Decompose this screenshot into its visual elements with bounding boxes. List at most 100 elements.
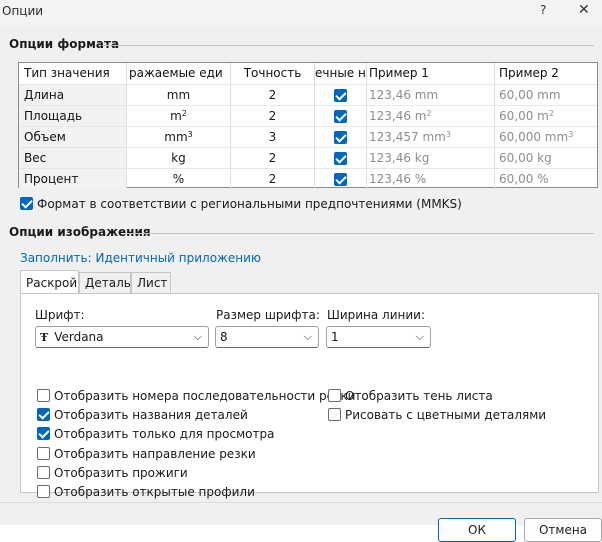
font-dropdown[interactable]: Ŧ Verdana ⌵	[35, 326, 209, 348]
line-width-label: Ширина линии:	[327, 308, 426, 322]
title-bar: Опции ? ✕	[0, 0, 602, 26]
format-grid[interactable]: Тип значения ражаемые еди Точность ечные…	[18, 62, 598, 189]
regional-format-checkbox[interactable]	[20, 197, 33, 210]
row-example-2: 60,00 mm	[495, 84, 597, 105]
example-1-text: 123,457 mm	[369, 130, 446, 144]
trailing-zeros-checkbox[interactable]	[334, 152, 347, 165]
dialog-body: Опции формата Тип значения ражаемые еди …	[0, 26, 602, 502]
help-button[interactable]: ?	[540, 3, 546, 17]
fill-link[interactable]: Заполнить: Идентичный приложению	[20, 251, 261, 265]
ok-button[interactable]: ОК	[438, 518, 516, 542]
col-header-trailing[interactable]: ечные н	[315, 63, 367, 84]
tab-cutting[interactable]: Раскрой	[20, 270, 79, 294]
row-example-1: 123,46 mm	[367, 84, 495, 105]
unit-text: m	[170, 109, 182, 123]
grid-header: Тип значения ражаемые еди Точность ечные…	[19, 63, 597, 84]
row-example-1: 123,46 %	[367, 168, 495, 189]
example-2-superscript: 3	[568, 130, 574, 139]
image-options-title: Опции изображения	[9, 225, 151, 239]
row-example-2: 60,00 %	[495, 168, 597, 189]
row-units[interactable]: mm	[127, 84, 231, 105]
table-row[interactable]: Процент% 2 123,46 % 60,00 %	[19, 168, 597, 189]
row-trailing	[315, 84, 367, 105]
unit-text: %	[172, 172, 185, 186]
example-2-superscript: 2	[548, 109, 554, 118]
trailing-zeros-checkbox[interactable]	[334, 131, 347, 144]
option-checkbox[interactable]	[328, 408, 341, 422]
row-trailing	[315, 147, 367, 168]
option-checkbox[interactable]	[328, 389, 341, 402]
table-row[interactable]: Объем mm3 3 123,457 mm3 60,000 mm3	[19, 126, 597, 147]
line-width-dropdown[interactable]: 1 ⌵	[326, 326, 431, 348]
font-size-dropdown[interactable]: 8 ⌵	[215, 326, 319, 348]
row-units[interactable]: mm3	[127, 126, 231, 147]
close-icon[interactable]: ✕	[578, 2, 590, 18]
regional-format-checkbox-row[interactable]: Формат в соответствии с региональными пр…	[20, 196, 462, 212]
row-precision[interactable]: 2	[231, 168, 315, 189]
row-precision[interactable]: 2	[231, 84, 315, 105]
checkbox-row[interactable]: Отобразить номера последовательности рез…	[37, 388, 355, 404]
regional-format-label: Формат в соответствии с региональными пр…	[37, 197, 462, 211]
chevron-down-icon: ⌵	[415, 330, 424, 343]
checkbox-row[interactable]: Отобразить тень листа	[328, 388, 493, 404]
tab-sheet[interactable]: Лист	[131, 272, 171, 294]
col-header-precision[interactable]: Точность	[231, 63, 315, 84]
row-trailing	[315, 126, 367, 147]
row-units[interactable]: m2	[127, 105, 231, 126]
table-row[interactable]: Длина mm 2 123,46 mm 60,00 mm	[19, 84, 597, 105]
col-header-value-type[interactable]: Тип значения	[19, 63, 127, 84]
option-label: Рисовать с цветными деталями	[345, 408, 547, 423]
row-example-2: 60,00 m2	[495, 105, 597, 126]
trailing-zeros-checkbox[interactable]	[334, 110, 347, 123]
option-label: Отобразить тень листа	[345, 389, 493, 403]
row-example-1: 123,457 mm3	[367, 126, 495, 147]
checkbox-row[interactable]: Отобразить только для просмотра	[37, 426, 274, 442]
unit-superscript: 3	[187, 130, 193, 139]
row-precision[interactable]: 3	[231, 126, 315, 147]
checkbox-row[interactable]: Отобразить названия деталей	[37, 407, 248, 423]
checkbox-row[interactable]: Отобразить направление резки	[37, 446, 256, 462]
col-header-example-2[interactable]: Пример 2	[495, 63, 597, 84]
option-checkbox[interactable]	[37, 446, 50, 460]
row-units[interactable]: kg	[127, 147, 231, 168]
option-checkbox[interactable]	[37, 485, 50, 498]
option-label: Отобразить прожиги	[54, 465, 188, 480]
trailing-zeros-checkbox[interactable]	[334, 89, 347, 102]
option-checkbox[interactable]	[37, 465, 50, 479]
cancel-button[interactable]: Отмена	[524, 518, 602, 542]
row-trailing	[315, 105, 367, 126]
font-value: Verdana	[54, 330, 104, 344]
dialog-footer: ОК Отмена	[0, 502, 602, 542]
tab-part[interactable]: Деталь	[79, 272, 131, 294]
example-1-text: 123,46 kg	[369, 151, 430, 165]
option-checkbox[interactable]	[37, 389, 50, 402]
table-row[interactable]: Площадь m2 2 123,46 m2 60,00 m2	[19, 105, 597, 126]
table-row[interactable]: Вес kg 2 123,46 kg 60,00 kg	[19, 147, 597, 168]
row-precision[interactable]: 2	[231, 147, 315, 168]
option-label: Отобразить только для просмотра	[54, 427, 275, 442]
row-precision[interactable]: 2	[231, 105, 315, 126]
line-width-value: 1	[331, 330, 339, 344]
row-value-type: Объем	[19, 126, 127, 147]
unit-text: mm	[164, 130, 188, 144]
example-1-text: 123,46 %	[369, 172, 427, 186]
chevron-down-icon: ⌵	[303, 330, 312, 343]
chevron-down-icon: ⌵	[193, 330, 202, 343]
option-checkbox[interactable]	[37, 408, 50, 422]
option-label: Отобразить направление резки	[54, 446, 256, 461]
option-checkbox[interactable]	[37, 427, 50, 441]
col-header-example-1[interactable]: Пример 1	[367, 63, 495, 84]
font-size-label: Размер шрифта:	[216, 308, 320, 322]
example-2-text: 60,00 %	[499, 172, 549, 186]
row-example-1: 123,46 kg	[367, 147, 495, 168]
row-value-type: Вес	[19, 147, 127, 168]
trailing-zeros-checkbox[interactable]	[334, 173, 347, 186]
row-trailing	[315, 168, 367, 189]
row-units[interactable]: %	[127, 168, 231, 189]
checkbox-row[interactable]: Отобразить прожиги	[37, 465, 188, 481]
checkbox-row[interactable]: Отобразить открытые профили	[37, 484, 255, 500]
col-header-units[interactable]: ражаемые еди	[127, 63, 231, 84]
example-1-superscript: 3	[445, 130, 451, 139]
example-2-text: 60,000 mm	[499, 130, 569, 144]
checkbox-row[interactable]: Рисовать с цветными деталями	[328, 407, 546, 423]
